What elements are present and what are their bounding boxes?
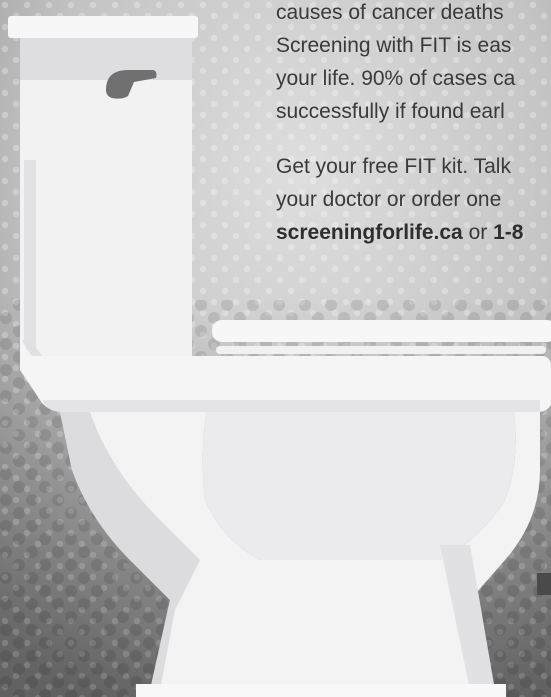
- toilet-base: [136, 684, 506, 697]
- pipe-cap: [537, 573, 551, 595]
- toilet-lid: [212, 320, 551, 354]
- fit-screening-poster: causes of cancer deaths Screening with F…: [0, 0, 551, 697]
- toilet-tank: [8, 16, 198, 366]
- seat-shadow: [42, 400, 540, 412]
- toilet-icon: [8, 16, 551, 697]
- bowl-inner: [202, 412, 516, 560]
